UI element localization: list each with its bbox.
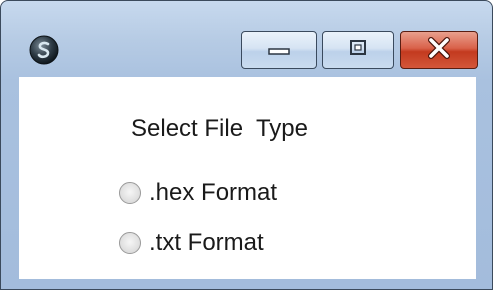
dialog-content: Select File Type .hex Format .txt Format	[19, 77, 476, 279]
hex-format-label[interactable]: .hex Format	[149, 179, 277, 207]
minimize-icon	[266, 41, 292, 60]
select-file-type-label: Select File Type	[131, 115, 308, 142]
txt-format-label[interactable]: .txt Format	[149, 229, 264, 257]
title-bar[interactable]	[1, 1, 492, 77]
minimize-button[interactable]	[241, 31, 317, 69]
app-logo-icon[interactable]	[29, 35, 59, 65]
close-icon	[426, 36, 452, 64]
hex-format-option[interactable]: .hex Format	[119, 179, 277, 207]
close-button[interactable]	[400, 31, 478, 69]
hex-format-radio[interactable]	[119, 182, 141, 204]
txt-format-option[interactable]: .txt Format	[119, 229, 264, 257]
maximize-button[interactable]	[322, 31, 394, 69]
txt-format-radio[interactable]	[119, 232, 141, 254]
app-window: Select File Type .hex Format .txt Format	[0, 0, 493, 290]
maximize-icon	[347, 38, 369, 63]
